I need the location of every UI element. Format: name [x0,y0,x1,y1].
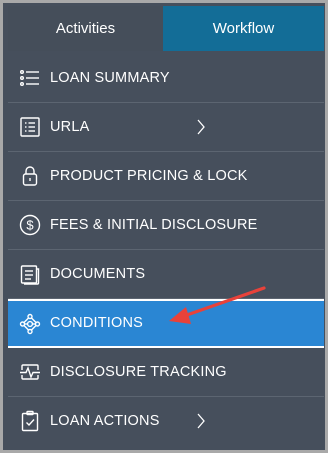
sidebar-item-conditions[interactable]: CONDITIONS [8,299,324,348]
sidebar-item-disclosure-tracking[interactable]: DISCLOSURE TRACKING [8,348,324,397]
lock-icon [19,165,41,187]
pulse-icon [19,361,41,383]
document-icon [19,263,41,285]
svg-text:$: $ [26,218,34,233]
sidebar-item-documents[interactable]: DOCUMENTS [8,250,324,299]
tab-workflow[interactable]: Workflow [163,6,324,51]
sidebar-item-label: LOAN ACTIONS [50,413,160,429]
tab-activities[interactable]: Activities [8,6,163,51]
sidebar-item-label: LOAN SUMMARY [50,70,170,86]
sidebar-item-loan-actions[interactable]: LOAN ACTIONS [8,397,324,446]
sidebar-item-label: PRODUCT PRICING & LOCK [50,168,248,184]
sidebar-item-urla[interactable]: URLA [8,103,324,152]
sidebar-item-label: DISCLOSURE TRACKING [50,364,227,380]
sidebar-item-fees-initial-disclosure[interactable]: $ FEES & INITIAL DISCLOSURE [8,201,324,250]
conditions-network-icon [19,313,41,335]
sidebar-item-loan-summary[interactable]: LOAN SUMMARY [8,54,324,103]
sidebar-item-label: DOCUMENTS [50,266,146,282]
list-icon [19,67,41,89]
form-icon [19,116,41,138]
sidebar-item-product-pricing-lock[interactable]: PRODUCT PRICING & LOCK [8,152,324,201]
sidebar-item-label: FEES & INITIAL DISCLOSURE [50,217,258,233]
chevron-right-icon [196,412,206,430]
clipboard-check-icon [19,410,41,432]
sidebar-menu: LOAN SUMMARY URLA PRODUCT PRICING & LOCK… [8,54,324,446]
navigation-panel: Activities Workflow LOAN SUMMARY URLA PR… [0,0,328,453]
sidebar-item-label: URLA [50,119,90,135]
dollar-circle-icon: $ [19,214,41,236]
sidebar-item-label: CONDITIONS [50,315,144,331]
tab-bar: Activities Workflow [8,6,324,51]
chevron-right-icon [196,118,206,136]
